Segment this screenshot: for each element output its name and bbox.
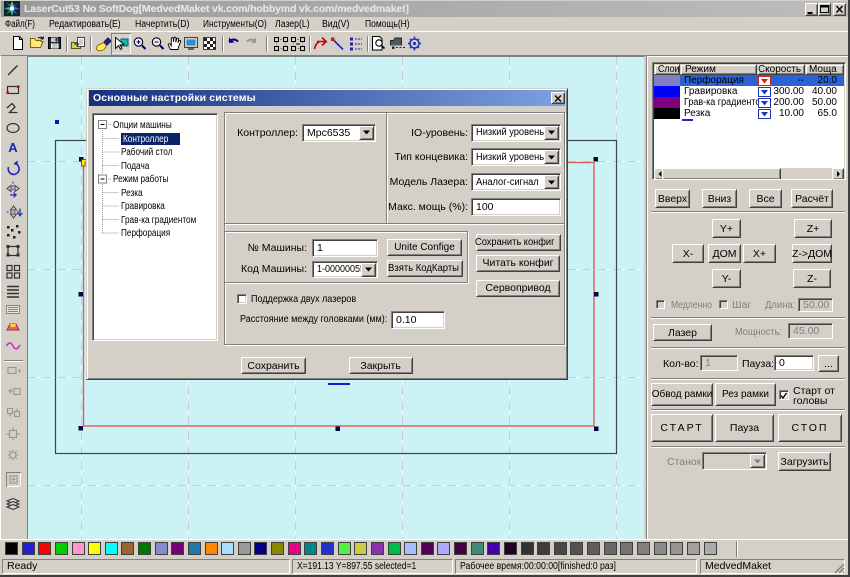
svg-text:A: A [8,140,18,155]
